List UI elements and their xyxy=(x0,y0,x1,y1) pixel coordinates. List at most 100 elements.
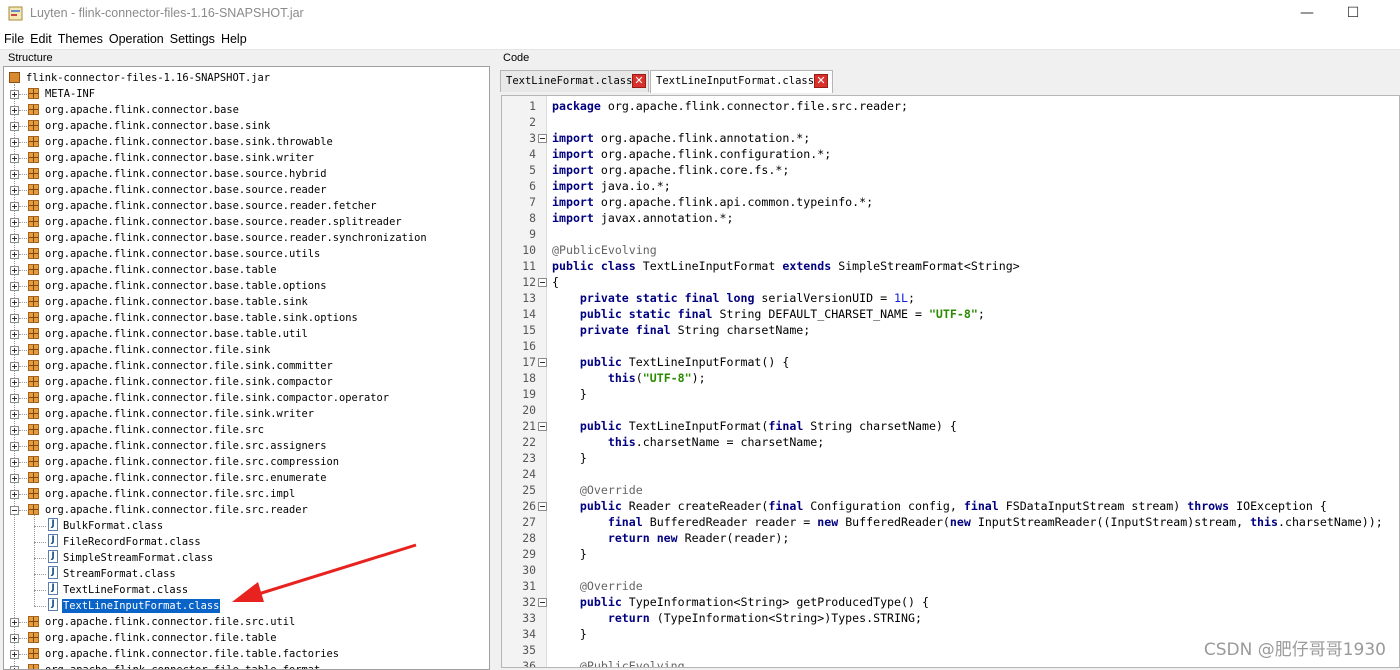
tree-guide-line xyxy=(19,270,27,271)
menu-settings[interactable]: Settings xyxy=(167,29,218,46)
tree-guide-line xyxy=(19,142,27,143)
expand-toggle-icon[interactable] xyxy=(10,346,19,355)
expand-toggle-icon[interactable] xyxy=(10,138,19,147)
tree-guide-line xyxy=(19,366,27,367)
tree-guide-line xyxy=(19,494,27,495)
tree-item-label: org.apache.flink.connector.file.src xyxy=(45,424,264,436)
package-icon xyxy=(28,216,39,227)
line-number: 27 xyxy=(522,515,536,529)
expand-toggle-icon[interactable] xyxy=(10,666,19,669)
tree-guide-line xyxy=(19,398,27,399)
menu-file[interactable]: File xyxy=(0,29,27,46)
expand-toggle-icon[interactable] xyxy=(10,458,19,467)
expand-toggle-icon[interactable] xyxy=(10,330,19,339)
line-number: 10 xyxy=(522,243,536,257)
package-icon xyxy=(28,168,39,179)
expand-toggle-icon[interactable] xyxy=(10,202,19,211)
package-icon xyxy=(28,248,39,259)
code-text: public class TextLineInputFormat extends… xyxy=(552,259,1020,273)
menu-operation[interactable]: Operation xyxy=(106,29,167,46)
menu-themes[interactable]: Themes xyxy=(55,29,106,46)
code-line: 7 import org.apache.flink.api.common.type… xyxy=(502,194,1399,210)
code-line: 31 @Override xyxy=(502,578,1399,594)
window-title: Luyten - flink-connector-files-1.16-SNAP… xyxy=(30,6,304,20)
code-line: 3 import org.apache.flink.annotation.*; xyxy=(502,130,1399,146)
expand-toggle-icon[interactable] xyxy=(10,650,19,659)
expand-toggle-icon[interactable] xyxy=(10,410,19,419)
expand-toggle-icon[interactable] xyxy=(10,154,19,163)
minimize-button[interactable]: — xyxy=(1284,0,1330,28)
expand-toggle-icon[interactable] xyxy=(10,618,19,627)
close-icon[interactable]: ✕ xyxy=(632,74,646,88)
expand-toggle-icon[interactable] xyxy=(10,250,19,259)
collapse-toggle-icon[interactable] xyxy=(10,506,19,515)
expand-toggle-icon[interactable] xyxy=(10,314,19,323)
line-number: 4 xyxy=(529,147,536,161)
package-icon xyxy=(28,136,39,147)
expand-toggle-icon[interactable] xyxy=(10,282,19,291)
expand-toggle-icon[interactable] xyxy=(10,298,19,307)
menu-edit[interactable]: Edit xyxy=(27,29,55,46)
expand-toggle-icon[interactable] xyxy=(10,186,19,195)
tab-textlineformat[interactable]: TextLineFormat.class ✕ xyxy=(500,70,649,92)
expand-toggle-icon[interactable] xyxy=(10,634,19,643)
code-line: 33 return (TypeInformation<String>)Types… xyxy=(502,610,1399,626)
line-number: 24 xyxy=(522,467,536,481)
expand-toggle-icon[interactable] xyxy=(10,362,19,371)
line-number: 22 xyxy=(522,435,536,449)
expand-toggle-icon[interactable] xyxy=(10,442,19,451)
tree-guide-line xyxy=(19,254,27,255)
tree-item-label: FileRecordFormat.class xyxy=(63,536,201,548)
red-arrow-annotation xyxy=(232,543,417,602)
fold-toggle-icon[interactable] xyxy=(538,278,547,287)
expand-toggle-icon[interactable] xyxy=(10,490,19,499)
expand-toggle-icon[interactable] xyxy=(10,474,19,483)
expand-toggle-icon[interactable] xyxy=(10,266,19,275)
line-number: 19 xyxy=(522,387,536,401)
fold-toggle-icon[interactable] xyxy=(538,422,547,431)
tree-item-label: org.apache.flink.connector.file.sink.com… xyxy=(45,392,390,404)
tree-guide-line xyxy=(19,190,27,191)
line-number: 17 xyxy=(522,355,536,369)
package-icon xyxy=(28,616,39,627)
expand-toggle-icon[interactable] xyxy=(10,106,19,115)
line-number: 16 xyxy=(522,339,536,353)
tree-item-label: org.apache.flink.connector.base.table.ut… xyxy=(45,328,308,340)
expand-toggle-icon[interactable] xyxy=(10,170,19,179)
menu-help[interactable]: Help xyxy=(218,29,250,46)
tab-textlineinputformat[interactable]: TextLineInputFormat.class ✕ xyxy=(650,70,833,93)
line-number: 13 xyxy=(522,291,536,305)
tab-label: TextLineInputFormat.class xyxy=(656,75,815,87)
code-text: public TextLineInputFormat(final String … xyxy=(579,419,957,433)
tree-item-label: org.apache.flink.connector.base.table.si… xyxy=(45,296,308,308)
code-line: 14 public static final String DEFAULT_CH… xyxy=(502,306,1399,322)
expand-toggle-icon[interactable] xyxy=(10,122,19,131)
fold-toggle-icon[interactable] xyxy=(538,598,547,607)
expand-toggle-icon[interactable] xyxy=(10,378,19,387)
tree-guide-line xyxy=(19,110,27,111)
fold-toggle-icon[interactable] xyxy=(538,358,547,367)
code-line: 13 private static final long serialVersi… xyxy=(502,290,1399,306)
expand-toggle-icon[interactable] xyxy=(10,218,19,227)
maximize-button[interactable]: ☐ xyxy=(1330,0,1376,28)
expand-toggle-icon[interactable] xyxy=(10,394,19,403)
close-icon[interactable]: ✕ xyxy=(814,74,828,88)
code-line: 25 @Override xyxy=(502,482,1399,498)
package-icon xyxy=(28,104,39,115)
code-line: 27 final BufferedReader reader = new Buf… xyxy=(502,514,1399,530)
expand-toggle-icon[interactable] xyxy=(10,426,19,435)
fold-toggle-icon[interactable] xyxy=(538,502,547,511)
expand-toggle-icon[interactable] xyxy=(10,234,19,243)
package-icon xyxy=(28,88,39,99)
tree-guide-line xyxy=(34,574,46,575)
code-text: @PublicEvolving xyxy=(579,659,685,668)
code-line: 1 package org.apache.flink.connector.file… xyxy=(502,98,1399,114)
java-class-icon: J xyxy=(48,598,58,611)
tree-item-label: org.apache.flink.connector.base.source.r… xyxy=(45,232,427,244)
expand-toggle-icon[interactable] xyxy=(10,90,19,99)
line-number: 23 xyxy=(522,451,536,465)
code-line: 16 xyxy=(502,338,1399,354)
fold-toggle-icon[interactable] xyxy=(538,134,547,143)
code-editor[interactable]: 1 package org.apache.flink.connector.file… xyxy=(501,95,1400,668)
tree-guide-line xyxy=(19,654,27,655)
